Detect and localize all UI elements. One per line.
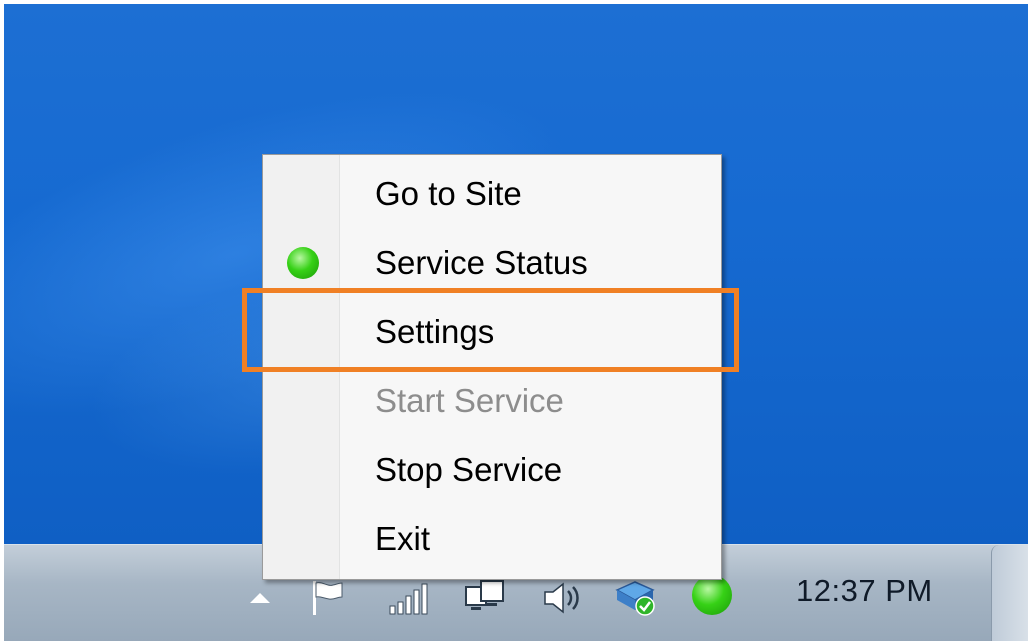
volume-icon[interactable] [536, 578, 588, 618]
menu-item-service-status[interactable]: Service Status [263, 229, 721, 297]
show-desktop-button[interactable] [991, 545, 1028, 641]
show-hidden-icons-chevron-icon[interactable] [248, 578, 272, 618]
menu-item-label: Stop Service [375, 451, 563, 488]
menu-item-go-to-site[interactable]: Go to Site [263, 160, 721, 228]
menu-item-label: Go to Site [375, 175, 522, 212]
action-center-flag-icon[interactable] [304, 578, 350, 618]
screen: 12:37 PM Go to Site Service Status Setti… [0, 0, 1028, 641]
menu-item-settings[interactable]: Settings [263, 298, 721, 366]
menu-item-label: Service Status [375, 244, 588, 281]
menu-item-label: Start Service [375, 382, 564, 419]
menu-item-exit[interactable]: Exit [263, 505, 721, 573]
menu-item-label: Settings [375, 313, 495, 350]
menu-item-stop-service[interactable]: Stop Service [263, 436, 721, 504]
menu-item-label: Exit [375, 520, 431, 557]
network-signal-icon[interactable] [383, 578, 435, 618]
tray-context-menu: Go to Site Service Status Settings Start… [262, 154, 722, 580]
security-shield-icon[interactable] [609, 578, 661, 618]
network-connection-icon[interactable] [460, 578, 512, 618]
green-status-icon [287, 247, 319, 279]
taskbar-clock[interactable]: 12:37 PM [796, 573, 933, 609]
menu-item-start-service: Start Service [263, 367, 721, 435]
